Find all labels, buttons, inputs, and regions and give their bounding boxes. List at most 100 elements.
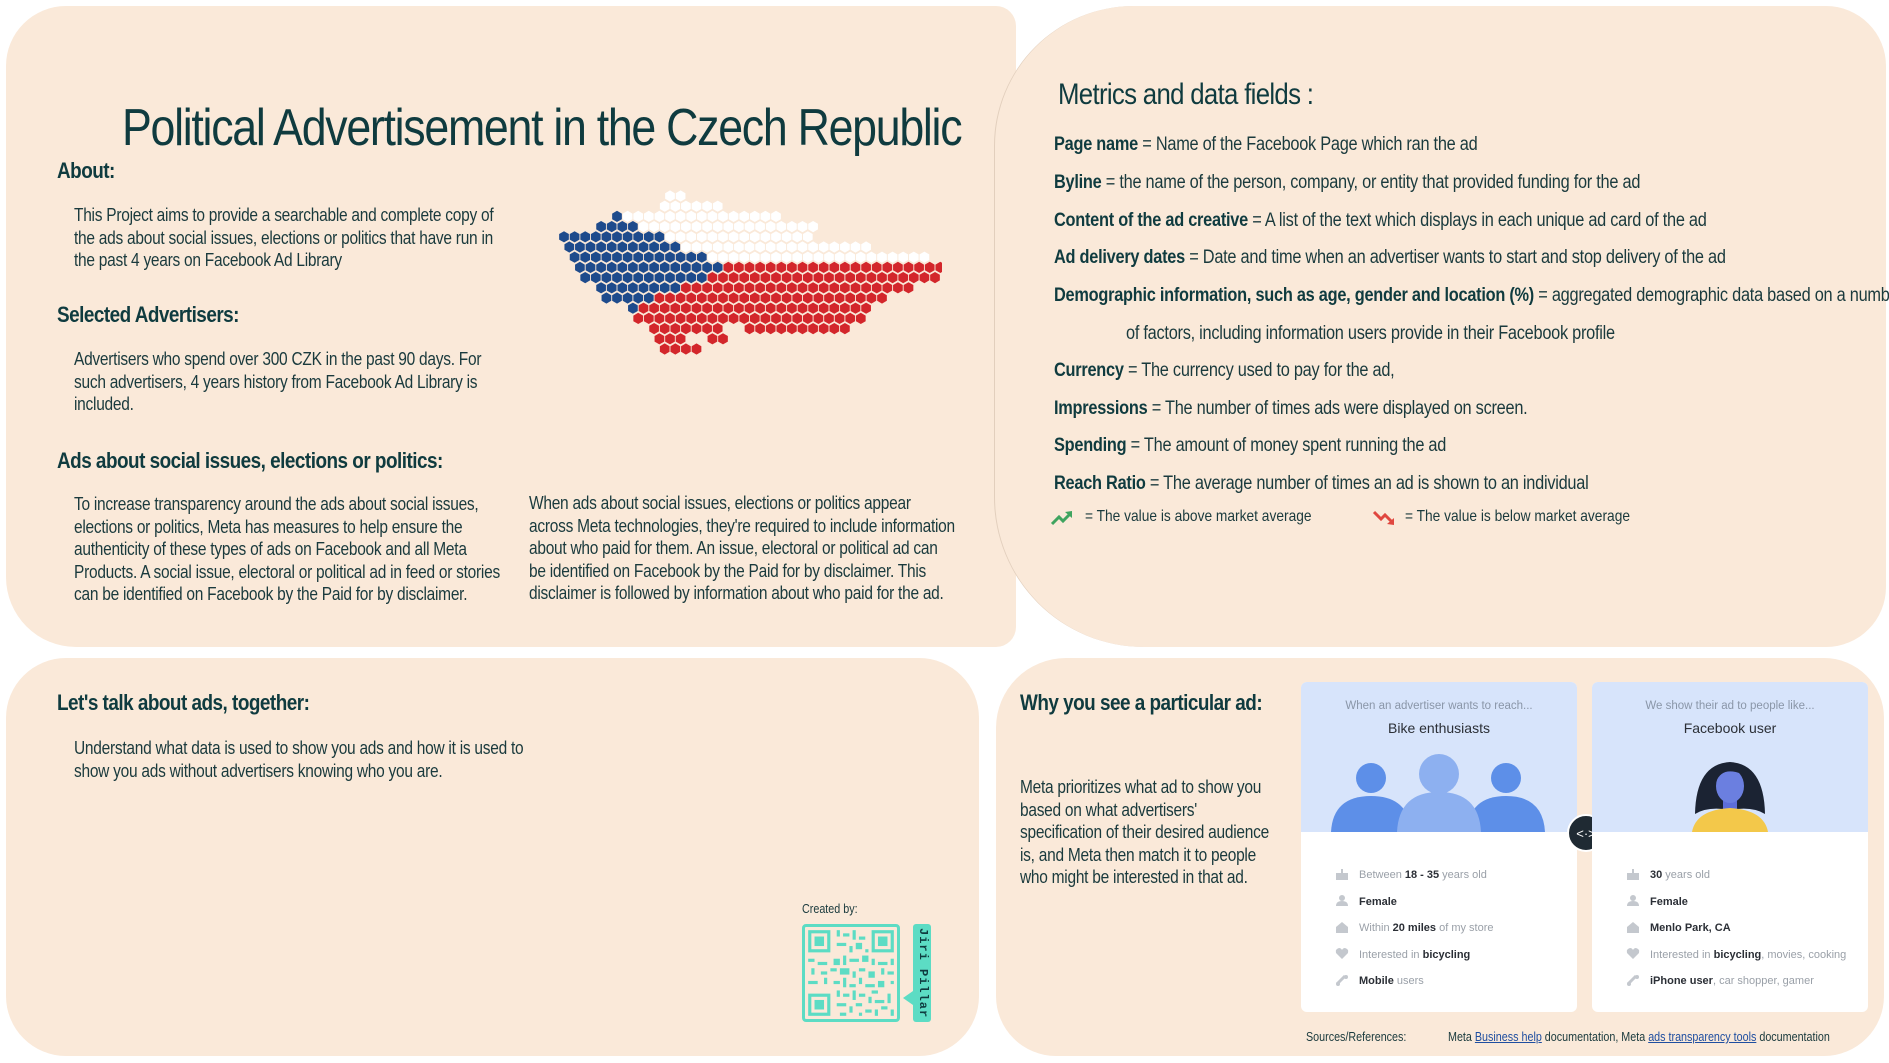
targeting-text: Female <box>1359 896 1397 908</box>
map-hex-cell <box>734 241 744 253</box>
map-hex-cell <box>638 221 649 233</box>
map-hex-cell <box>665 251 675 263</box>
map-hex-cell <box>617 261 628 273</box>
map-hex-cell <box>675 190 686 202</box>
map-hex-cell <box>903 282 914 294</box>
map-hex-cell <box>792 251 803 263</box>
targeting-row: Interested in bicycling, movies, cooking <box>1626 942 1846 969</box>
map-hex-cell <box>808 323 818 335</box>
map-hex-cell <box>696 231 707 243</box>
map-hex-cell <box>606 261 617 273</box>
map-hex-cell <box>659 200 670 212</box>
map-hex-cell <box>813 251 824 263</box>
map-hex-cell <box>707 251 718 263</box>
map-hex-cell <box>670 323 681 335</box>
map-hex-cell <box>707 272 718 284</box>
map-hex-cell <box>628 261 638 273</box>
map-hex-cell <box>628 302 638 314</box>
map-hex-cell <box>681 323 691 335</box>
map-hex-cell <box>580 272 591 284</box>
talk-heading: Let's talk about ads, together: <box>57 690 310 715</box>
author-name: Jiri Pillar <box>916 928 930 1019</box>
map-hex-cell <box>691 261 702 273</box>
map-hex-cell <box>643 210 654 222</box>
map-hex-cell <box>755 241 765 253</box>
targeting-text: Female <box>1650 896 1688 908</box>
qr-code[interactable] <box>802 924 900 1022</box>
map-hex-cell <box>659 302 670 314</box>
ads-transparency-tools-link[interactable]: ads transparency tools <box>1648 1030 1756 1044</box>
user-avatar-icon <box>1692 762 1768 832</box>
map-hex-cell <box>755 323 765 335</box>
map-hex-cell <box>734 282 744 294</box>
map-hex-cell <box>617 221 628 233</box>
map-hex-cell <box>659 241 670 253</box>
map-hex-cell <box>649 261 659 273</box>
business-help-link[interactable]: Business help <box>1475 1030 1542 1044</box>
map-hex-cell <box>739 312 750 324</box>
map-hex-cell <box>792 231 803 243</box>
map-hex-cell <box>797 221 808 233</box>
map-hex-cell <box>633 210 644 222</box>
map-hex-cell <box>739 292 750 304</box>
map-hex-cell <box>776 221 787 233</box>
map-hex-cell <box>760 251 771 263</box>
map-hex-cell <box>818 261 829 273</box>
map-hex-cell <box>681 261 691 273</box>
map-hex-cell <box>755 282 765 294</box>
map-hex-cell <box>824 292 834 304</box>
map-hex-cell <box>691 343 702 355</box>
map-hex-cell <box>622 210 633 222</box>
map-hex-cell <box>691 323 702 335</box>
map-hex-cell <box>808 282 818 294</box>
map-hex-cell <box>935 261 942 273</box>
map-hex-cell <box>622 272 633 284</box>
map-hex-cell <box>840 282 850 294</box>
row-suffix: years old <box>1439 869 1487 882</box>
row-value: bicycling <box>1713 948 1762 961</box>
map-hex-cell <box>749 210 760 222</box>
map-hex-cell <box>696 292 707 304</box>
metric-row: Ad delivery dates = Date and time when a… <box>1054 247 1726 269</box>
map-hex-cell <box>898 272 909 284</box>
map-hex-cell <box>686 231 697 243</box>
metric-row: Reach Ratio = The average number of time… <box>1054 473 1589 495</box>
person-icon <box>1335 894 1349 909</box>
map-hex-cell <box>829 282 840 294</box>
map-hex-cell <box>665 210 675 222</box>
map-hex-cell <box>771 272 781 284</box>
map-hex-cell <box>861 302 871 314</box>
map-hex-cell <box>771 210 781 222</box>
map-hex-cell <box>590 251 601 263</box>
map-hex-cell <box>633 251 644 263</box>
map-hex-cell <box>681 343 691 355</box>
map-hex-cell <box>665 190 675 202</box>
map-hex-cell <box>755 221 765 233</box>
metric-row: Spending = The amount of money spent run… <box>1054 435 1446 457</box>
map-hex-cell <box>628 241 638 253</box>
map-hex-cell <box>718 231 728 243</box>
map-hex-cell <box>739 231 750 243</box>
map-hex-cell <box>924 261 935 273</box>
map-hex-cell <box>797 302 808 314</box>
map-hex-cell <box>781 251 792 263</box>
map-hex-cell <box>665 231 675 243</box>
map-hex-cell <box>760 210 771 222</box>
metric-description: = The currency used to pay for the ad, <box>1123 360 1395 381</box>
row-value: 30 <box>1650 869 1663 882</box>
map-hex-cell <box>675 272 686 284</box>
targeting-row: Female <box>1335 889 1494 916</box>
targeting-row: Interested in bicycling <box>1335 942 1494 969</box>
map-hex-cell <box>749 231 760 243</box>
map-hex-cell <box>744 241 755 253</box>
advertisers-text: Advertisers who spend over 300 CZK in th… <box>74 349 482 414</box>
map-hex-cell <box>665 312 675 324</box>
map-hex-cell <box>808 302 818 314</box>
map-hex-cell <box>617 282 628 294</box>
row-value: Mobile <box>1359 975 1394 988</box>
link-icon <box>1626 974 1640 989</box>
map-hex-cell <box>850 261 861 273</box>
page-title: Political Advertisement in the Czech Rep… <box>122 99 963 157</box>
map-hex-cell <box>659 221 670 233</box>
card-label: Bike enthusiasts <box>1388 720 1490 736</box>
